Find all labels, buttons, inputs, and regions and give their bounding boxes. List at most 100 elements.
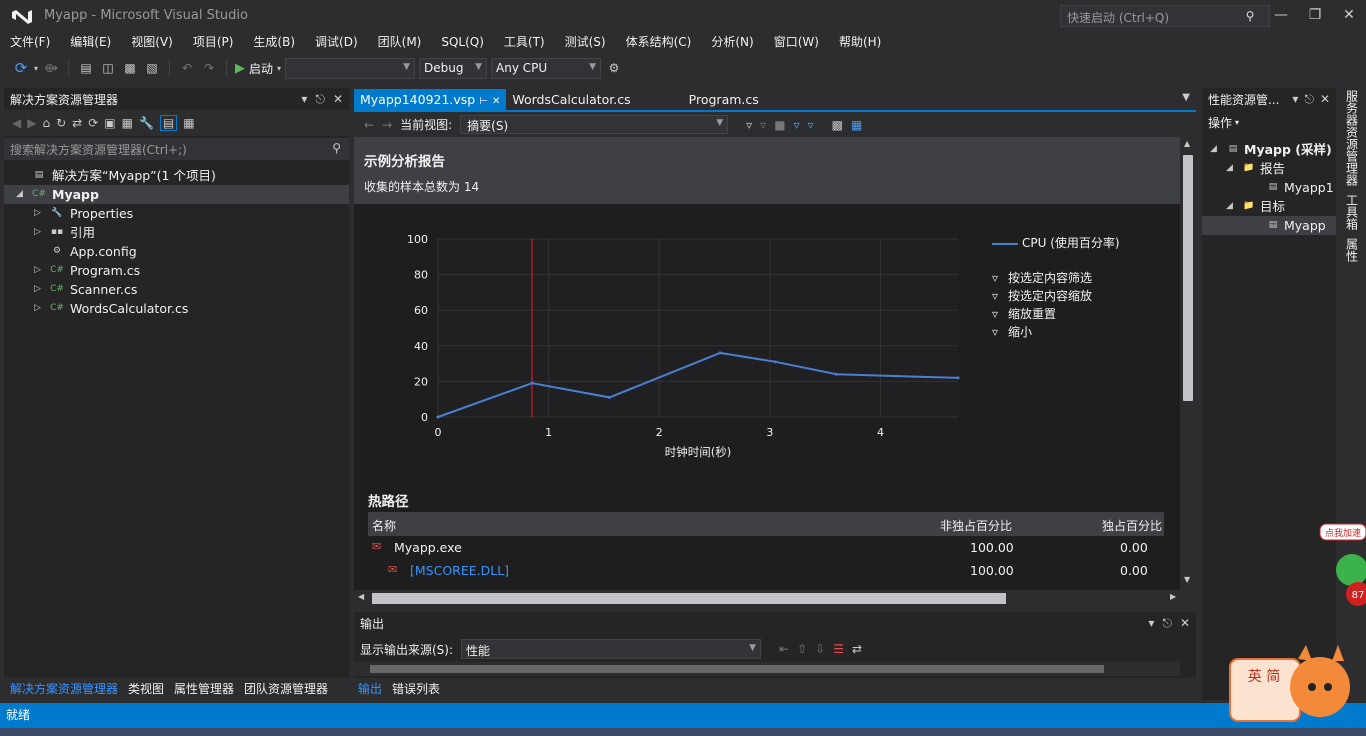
home-icon[interactable]: ⌂ — [42, 116, 50, 130]
debug-target-select[interactable]: ▼ — [285, 57, 416, 79]
new-project-icon[interactable]: ▤ — [77, 59, 95, 77]
tab-overflow-dropdown-icon[interactable]: ▼ — [1182, 92, 1190, 103]
pin-icon[interactable]: ⎋ — [315, 92, 325, 107]
perf-tree-item[interactable]: ◢ 📁 目标 — [1202, 197, 1336, 216]
restore-icon[interactable]: ❐ — [1300, 4, 1330, 26]
close-icon[interactable]: ✕ — [1180, 616, 1190, 631]
close-icon[interactable]: ✕ — [333, 92, 343, 107]
menu-item[interactable]: 文件(F) — [0, 32, 60, 52]
menu-item[interactable]: 分析(N) — [701, 32, 763, 52]
forward-arrow-icon[interactable]: → — [382, 118, 392, 132]
close-icon[interactable]: ✕ — [1334, 4, 1364, 26]
pin-icon[interactable]: ⎋ — [1162, 616, 1172, 631]
menu-item[interactable]: SQL(Q) — [431, 32, 494, 52]
side-tab[interactable]: 服务器资源管理器 — [1344, 90, 1361, 186]
preview-icon[interactable]: ▤ — [159, 115, 178, 131]
side-tab[interactable]: 工具箱 — [1344, 194, 1361, 230]
left-panel-tab[interactable]: 解决方案资源管理器 — [10, 680, 118, 697]
open-file-icon[interactable]: ◫ — [99, 59, 117, 77]
expand-arrow-icon[interactable]: ◢ — [1210, 140, 1217, 159]
quick-launch-input[interactable]: 快速启动 (Ctrl+Q) — [1060, 5, 1270, 27]
back-icon[interactable]: ◀ — [12, 116, 21, 130]
scroll-thumb[interactable] — [1183, 155, 1193, 401]
start-button[interactable]: 启动 — [249, 60, 273, 77]
scroll-thumb[interactable] — [372, 593, 1006, 604]
refresh-icon[interactable]: ⟳ — [88, 116, 98, 130]
expand-arrow-icon[interactable]: ▷ — [34, 204, 41, 223]
class-diagram-icon[interactable]: ▦ — [183, 116, 194, 130]
tab-wordscalculator[interactable]: WordsCalculator.cs — [506, 89, 636, 110]
menu-item[interactable]: 帮助(H) — [829, 32, 891, 52]
actions-menu[interactable]: 操作 ▾ — [1202, 110, 1336, 134]
menu-item[interactable]: 窗口(W) — [764, 32, 829, 52]
expand-arrow-icon[interactable]: ▷ — [34, 280, 41, 299]
chart-action[interactable]: ▿ 按选定内容筛选 — [992, 269, 1172, 287]
current-view-select[interactable]: 摘要(S) ▼ — [460, 115, 729, 134]
tab-program[interactable]: Program.cs — [683, 89, 765, 110]
chevron-down-icon[interactable]: ▾ — [34, 64, 38, 73]
pin-icon[interactable]: ⎋ — [1304, 92, 1314, 107]
expand-arrow-icon[interactable]: ◢ — [1226, 197, 1233, 216]
show-all-files-icon[interactable]: ▦ — [122, 116, 133, 130]
save-all-icon[interactable]: ▧ — [143, 59, 161, 77]
menu-item[interactable]: 体系结构(C) — [616, 32, 702, 52]
output-scrollbar[interactable] — [354, 662, 1180, 676]
tab-myapp-vsp[interactable]: Myapp140921.vsp ⊢ ✕ — [354, 89, 507, 110]
expand-arrow-icon[interactable]: ▷ — [34, 299, 41, 318]
close-icon[interactable]: ✕ — [1320, 92, 1330, 107]
sync-icon[interactable]: ⇄ — [72, 116, 82, 130]
dropdown-icon[interactable]: ▾ — [1292, 92, 1298, 107]
filter-icon[interactable]: ▿ — [746, 118, 752, 132]
forward-icon[interactable]: ▶ — [27, 116, 36, 130]
solution-search-input[interactable]: 搜索解决方案资源管理器(Ctrl+;) ⚲ — [4, 138, 349, 160]
menu-item[interactable]: 项目(P) — [183, 32, 244, 52]
undo-icon[interactable]: ↶ — [178, 59, 196, 77]
find-message-icon[interactable]: ⇤ — [779, 642, 789, 656]
speed-boost-widget[interactable]: 点我加速 87 — [1318, 520, 1366, 608]
chart-action[interactable]: ▿ 按选定内容缩放 — [992, 287, 1172, 305]
clear-all-icon[interactable]: ☰ — [833, 642, 844, 656]
tree-item[interactable]: ▷ C# Program.cs — [4, 261, 349, 280]
perf-tree-item[interactable]: ◢ ▤ Myapp (采样) — [1202, 140, 1336, 159]
scroll-left-icon[interactable]: ◀ — [358, 592, 364, 601]
perf-tree-item[interactable]: ◢ 📁 报告 — [1202, 159, 1336, 178]
chart-action[interactable]: ▿ 缩放重置 — [992, 305, 1172, 323]
menu-item[interactable]: 工具(T) — [494, 32, 555, 52]
scroll-right-icon[interactable]: ▶ — [1170, 592, 1176, 601]
filter-clear-icon[interactable]: ▿ — [760, 118, 766, 132]
output-source-select[interactable]: 性能 ▼ — [461, 639, 762, 659]
stop-icon[interactable]: ■ — [774, 118, 785, 132]
menu-item[interactable]: 测试(S) — [555, 32, 616, 52]
back-nav-icon[interactable]: ⟳ — [12, 59, 30, 77]
expand-arrow-icon[interactable]: ▷ — [34, 261, 41, 280]
prev-message-icon[interactable]: ⇧ — [797, 642, 807, 656]
save-icon[interactable]: ▩ — [121, 59, 139, 77]
report-vertical-scrollbar[interactable]: ▲ ▼ — [1180, 137, 1196, 590]
left-panel-tab[interactable]: 团队资源管理器 — [244, 680, 328, 697]
report-horizontal-scrollbar[interactable]: ◀ ▶ — [354, 590, 1196, 607]
close-icon[interactable]: ✕ — [492, 96, 500, 107]
menu-item[interactable]: 调试(D) — [305, 32, 368, 52]
tree-item[interactable]: ▷ ▪▪ 引用 — [4, 223, 349, 242]
tree-item[interactable]: ▷ 🔧 Properties — [4, 204, 349, 223]
collapse-all-icon[interactable]: ▣ — [104, 116, 115, 130]
perf-tree-item[interactable]: ▤ Myapp1 — [1202, 178, 1336, 197]
tree-item[interactable]: ⚙ App.config — [4, 242, 349, 261]
filter-zoom-icon[interactable]: ▿ — [808, 118, 814, 132]
ime-mascot-widget[interactable]: 英 简 — [1228, 643, 1352, 725]
scroll-thumb[interactable] — [370, 665, 1104, 673]
attach-icon[interactable]: ⚙ — [605, 59, 623, 77]
minimize-icon[interactable]: — — [1266, 4, 1296, 26]
redo-icon[interactable]: ↷ — [200, 59, 218, 77]
dropdown-icon[interactable]: ▾ — [1148, 616, 1154, 631]
output-tab[interactable]: 错误列表 — [392, 680, 440, 697]
configuration-select[interactable]: Debug ▼ — [419, 57, 488, 79]
chevron-down-icon[interactable]: ▾ — [277, 64, 281, 73]
table-row[interactable]: ✉ [MSCOREE.DLL] 100.00 0.00 — [368, 559, 1164, 582]
menu-item[interactable]: 团队(M) — [368, 32, 432, 52]
expand-arrow-icon[interactable]: ◢ — [16, 185, 23, 204]
expand-arrow-icon[interactable]: ▷ — [34, 223, 41, 242]
next-message-icon[interactable]: ⇩ — [815, 642, 825, 656]
forward-nav-icon[interactable]: ⟴ — [42, 59, 60, 77]
side-tab[interactable]: 属性 — [1344, 238, 1361, 262]
